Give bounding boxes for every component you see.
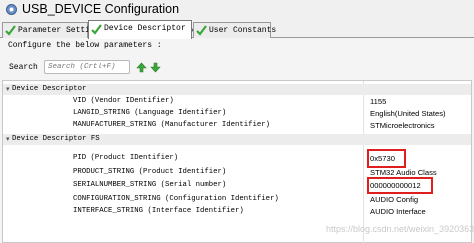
param-value[interactable]: AUDIO Interface (370, 206, 426, 217)
highlight-box-pid (367, 149, 406, 168)
param-value[interactable]: AUDIO Config (370, 194, 418, 205)
parameter-tree: ▾ Device Descriptor VID (Vendor IDentifi… (2, 80, 472, 243)
param-name: INTERFACE_STRING (Interface Identifier) (73, 207, 244, 215)
param-name: PRODUCT_STRING (Product Identifier) (73, 168, 227, 176)
arrow-down-icon[interactable] (150, 62, 161, 73)
tree-group-device-descriptor-fs[interactable]: ▾ Device Descriptor FS (3, 134, 471, 145)
watermark: https://blog.csdn.net/weixin_3920363 (326, 224, 474, 234)
param-name: SERIALNUMBER_STRING (Serial number) (73, 181, 227, 189)
param-name: LANGID_STRING (Language Identifier) (73, 109, 227, 117)
param-value[interactable]: STMicroelectronics (370, 120, 435, 131)
collapse-icon[interactable]: ▾ (6, 135, 10, 146)
param-value[interactable]: 1155 (370, 96, 386, 107)
configuration-panel: Configure the below parameters : Search … (0, 38, 474, 243)
table-row[interactable]: INTERFACE_STRING (Interface Identifier) … (3, 206, 471, 217)
tab-device-descriptor[interactable]: Device Descriptor (88, 20, 192, 39)
tab-label: User Constants (209, 26, 277, 35)
arrow-up-icon[interactable] (136, 62, 147, 73)
check-icon (91, 24, 102, 35)
table-row[interactable]: VID (Vendor IDentifier) 1155 (3, 96, 471, 107)
check-icon (5, 25, 16, 36)
group-label: Device Descriptor FS (12, 135, 100, 143)
search-input[interactable] (44, 60, 130, 74)
param-name: CONFIGURATION_STRING (Configuration Iden… (73, 195, 279, 203)
param-name: MANUFACTURER_STRING (Manufacturer Identi… (73, 121, 271, 129)
highlight-box-serial (367, 177, 433, 194)
tree-group-device-descriptor[interactable]: ▾ Device Descriptor (3, 84, 471, 95)
collapse-icon[interactable]: ▾ (6, 85, 10, 96)
check-icon (196, 25, 207, 36)
title-bar: USB_DEVICE Configuration (0, 0, 474, 20)
tab-strip: Parameter Settings Device Descriptor Use… (0, 20, 474, 39)
search-label: Search (9, 63, 38, 72)
configure-label: Configure the below parameters : (8, 41, 162, 50)
table-row[interactable]: LANGID_STRING (Language Identifier) Engl… (3, 108, 471, 119)
gear-icon (6, 4, 17, 15)
table-row[interactable]: MANUFACTURER_STRING (Manufacturer Identi… (3, 120, 471, 131)
param-value[interactable]: English(United States) (370, 108, 446, 119)
param-name: VID (Vendor IDentifier) (73, 97, 174, 105)
group-label: Device Descriptor (12, 85, 87, 93)
table-row[interactable]: CONFIGURATION_STRING (Configuration Iden… (3, 194, 471, 205)
tab-user-constants[interactable]: User Constants (193, 22, 276, 38)
window-title: USB_DEVICE Configuration (22, 2, 180, 16)
tab-parameter-settings[interactable]: Parameter Settings (2, 22, 104, 38)
tab-label: Device Descriptor (104, 24, 186, 33)
param-name: PID (Product IDentifier) (73, 154, 179, 162)
